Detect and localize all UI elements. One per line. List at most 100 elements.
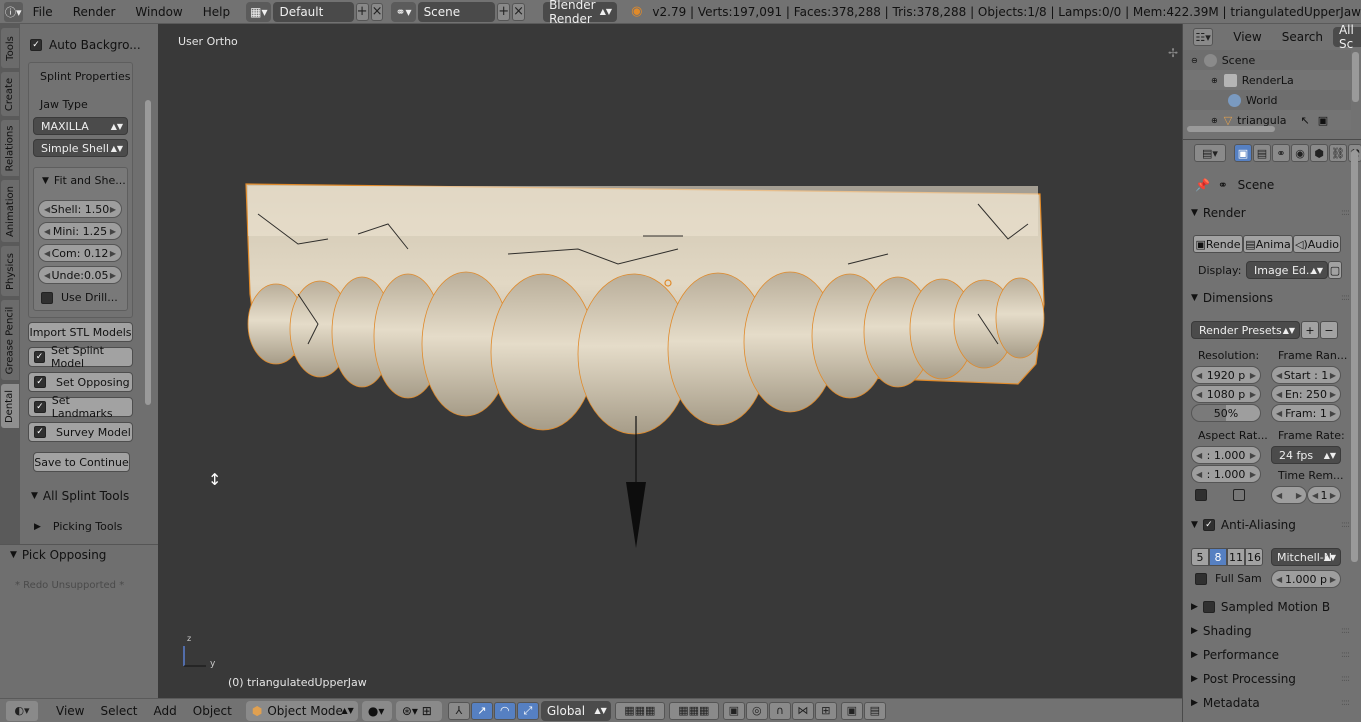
screen-layout-field[interactable]: Default [273, 1, 354, 22]
editor-type-button[interactable]: ◐▾ [6, 700, 38, 721]
remove-screen-button[interactable]: × [370, 2, 384, 21]
menu-window[interactable]: Window [125, 5, 192, 19]
screen-layout-icon[interactable]: ▦▾ [246, 1, 272, 22]
set-opposing-button[interactable]: ✓ Set Opposing [28, 372, 133, 392]
scene-context-tab[interactable]: ⚭ [1272, 144, 1290, 162]
render-camera-icon[interactable]: ▣ [1318, 114, 1328, 127]
outliner-row-scene[interactable]: ⊖ Scene [1183, 50, 1351, 70]
render-layers-context-tab[interactable]: ▤ [1253, 144, 1271, 162]
manipulator-toggle[interactable]: ⅄ [447, 701, 470, 720]
shell-type-select[interactable]: Simple Shell ▲▼ [33, 139, 128, 157]
editor-type-info-button[interactable]: ⓘ▾ [4, 1, 23, 22]
frame-step-field[interactable]: ◀ Fram: 1 ▶ [1271, 404, 1341, 422]
aa-samples-16[interactable]: 16 [1245, 548, 1263, 566]
post-processing-panel-header[interactable]: ▶ Post Processing:::: [1191, 672, 1350, 686]
scene-field[interactable]: Scene [417, 1, 496, 22]
frame-rate-select[interactable]: 24 fps ▲▼ [1271, 446, 1341, 464]
render-still-button[interactable]: ▣ [840, 701, 863, 720]
cursor-icon[interactable]: ↖ [1301, 114, 1310, 127]
viewport-shading-select[interactable]: ●▾ [361, 700, 392, 721]
aspect-y-field[interactable]: ◀: 1.000 ▶ [1191, 465, 1261, 483]
minimum-thickness-field[interactable]: ◀ Mini: 1.25 ▶ [38, 222, 122, 240]
remove-scene-button[interactable]: × [512, 2, 526, 21]
anti-aliasing-checkbox[interactable]: ✓ [1202, 519, 1215, 531]
dimensions-panel-header[interactable]: ▼ Dimensions:::: [1191, 291, 1350, 305]
tab-dental[interactable]: Dental [1, 384, 19, 428]
render-animation-button[interactable]: ▤ [863, 701, 886, 720]
outliner-vscrollbar[interactable] [1352, 52, 1359, 102]
import-stl-button[interactable]: Import STL Models [28, 322, 133, 342]
snap-element-select[interactable]: ⋈ [791, 701, 814, 720]
survey-model-button[interactable]: ✓ Survey Model [28, 422, 133, 442]
3d-viewport[interactable]: User Ortho (0) triangulatedUpperJaw z y … [158, 24, 1182, 698]
performance-panel-header[interactable]: ▶ Performance:::: [1191, 648, 1350, 662]
properties-scrollbar[interactable] [1351, 150, 1358, 562]
render-panel-header[interactable]: ▼ Render:::: [1191, 206, 1350, 220]
resolution-y-field[interactable]: ◀ 1080 p ▶ [1191, 385, 1261, 403]
layers-row-1[interactable]: ▦▦▦ [614, 701, 665, 720]
frame-end-field[interactable]: ◀ En: 250 ▶ [1271, 385, 1341, 403]
aa-samples-5[interactable]: 5 [1191, 548, 1209, 566]
menu-add[interactable]: Add [146, 704, 185, 718]
outliner-row-world[interactable]: World [1183, 90, 1351, 110]
pin-icon[interactable]: 📌 [1195, 178, 1210, 192]
outliner-view-menu[interactable]: View [1233, 30, 1261, 44]
use-drill-toggle[interactable]: Use Drill... [41, 291, 118, 304]
auto-background-toggle[interactable]: ✓ Auto Backgro... [30, 38, 141, 52]
resolution-x-field[interactable]: ◀ 1920 p ▶ [1191, 366, 1261, 384]
add-screen-button[interactable]: + [355, 2, 369, 21]
anti-aliasing-panel-header[interactable]: ▼ ✓ Anti-Aliasing:::: [1191, 518, 1350, 532]
aa-samples-11[interactable]: 11 [1227, 548, 1245, 566]
pivot-point-select[interactable]: ⊛▾ ⊞ [395, 700, 442, 721]
full-sample-checkbox[interactable] [1195, 572, 1207, 585]
shell-thickness-field[interactable]: ◀ Shell: 1.50 ▶ [38, 200, 122, 218]
world-context-tab[interactable]: ◉ [1291, 144, 1309, 162]
metadata-panel-header[interactable]: ▶ Metadata:::: [1191, 696, 1350, 710]
toolshelf-scrollbar[interactable] [145, 100, 151, 405]
snap-button[interactable]: ∩ [768, 701, 791, 720]
render-audio-button[interactable]: ◁) Audio [1293, 235, 1341, 253]
render-context-tab[interactable]: ▣ [1234, 144, 1252, 162]
lock-layers-button[interactable]: ▣ [722, 701, 745, 720]
menu-file[interactable]: File [23, 5, 63, 19]
crop-checkbox[interactable] [1233, 489, 1245, 504]
proportional-edit-button[interactable]: ◎ [745, 701, 768, 720]
transform-orientation-select[interactable]: Global ▲▼ [540, 700, 611, 721]
layers-row-2[interactable]: ▦▦▦ [668, 701, 719, 720]
render-presets-select[interactable]: Render Presets ▲▼ [1191, 321, 1300, 339]
operator-panel-header[interactable]: ▼ Pick Opposing [10, 548, 106, 562]
lock-interface-button[interactable]: ▢ [1328, 261, 1342, 279]
render-engine-select[interactable]: Blender Render ▲▼ [543, 0, 618, 26]
full-sample-toggle[interactable]: Full Sam [1195, 572, 1262, 585]
constraints-context-tab[interactable]: ⛓ [1329, 144, 1347, 162]
aa-samples-8[interactable]: 8 [1209, 548, 1227, 566]
render-image-button[interactable]: ▣ Rende [1193, 235, 1243, 253]
scale-manipulator[interactable]: ⤢ [516, 701, 539, 720]
tab-animation[interactable]: Animation [1, 180, 19, 242]
aa-filter-select[interactable]: Mitchell-N ▲▼ [1271, 548, 1341, 566]
object-context-tab[interactable]: ⬢ [1310, 144, 1328, 162]
resolution-percentage-slider[interactable]: 50% [1191, 404, 1261, 422]
add-preset-button[interactable]: + [1301, 321, 1319, 339]
motion-blur-checkbox[interactable] [1202, 601, 1215, 613]
outliner-editor-type[interactable]: ☷▾ [1193, 28, 1214, 46]
aa-filter-size-field[interactable]: ◀ 1.000 p ▶ [1271, 570, 1341, 588]
time-remap-new-field[interactable]: ◀ 1 ▶ [1307, 486, 1341, 504]
snap-target-button[interactable]: ⊞ [814, 701, 837, 720]
menu-help[interactable]: Help [193, 5, 240, 19]
outliner-search-menu[interactable]: Search [1282, 30, 1323, 44]
outliner-row-renderlayers[interactable]: ⊕ RenderLa [1183, 70, 1351, 90]
properties-editor-type[interactable]: ▤▾ [1194, 144, 1226, 162]
tab-physics[interactable]: Physics [1, 246, 19, 296]
outliner-hscrollbar[interactable] [1187, 126, 1275, 132]
add-scene-button[interactable]: + [497, 2, 511, 21]
mode-select[interactable]: ⬢ Object Mode ▲▼ [245, 700, 358, 721]
fit-shell-panel-header[interactable]: ▼ Fit and She... [42, 174, 126, 187]
picking-tools-header[interactable]: ▶ Picking Tools [34, 520, 122, 533]
tab-tools[interactable]: Tools [1, 28, 19, 68]
display-select[interactable]: Image Ed... ▲▼ [1246, 261, 1328, 279]
jaw-type-select[interactable]: MAXILLA ▲▼ [33, 117, 128, 135]
menu-render[interactable]: Render [63, 5, 126, 19]
tab-grease-pencil[interactable]: Grease Pencil [1, 300, 19, 380]
motion-blur-panel-header[interactable]: ▶ Sampled Motion Blur [1191, 600, 1349, 614]
